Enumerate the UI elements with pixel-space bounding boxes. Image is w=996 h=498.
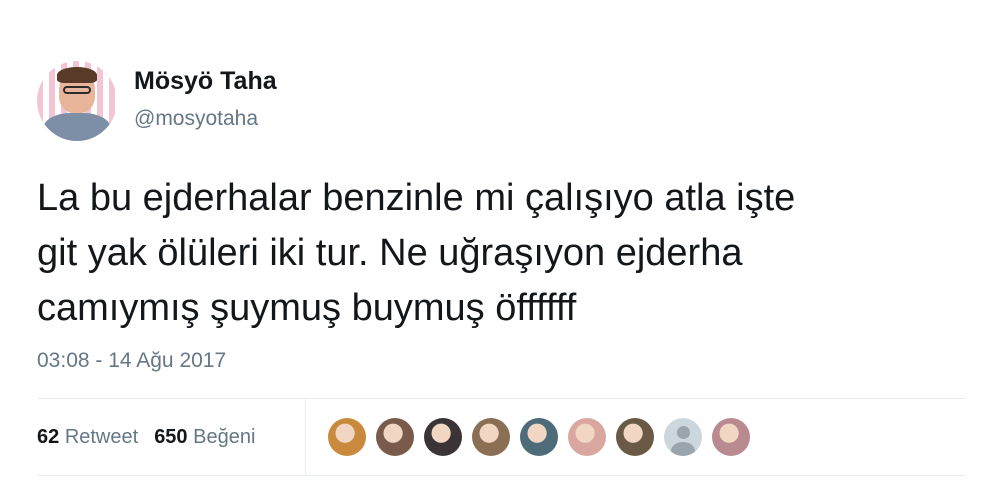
avatar-hair xyxy=(57,67,97,83)
liker-avatar[interactable] xyxy=(424,418,462,456)
tweet-line: camıymış şuymuş buymuş öffffff xyxy=(37,287,577,329)
default-avatar-icon[interactable] xyxy=(664,418,702,456)
avatar-body xyxy=(43,113,111,141)
like-label: Beğeni xyxy=(193,426,256,448)
tweet-stats: 62 Retweet 650 Beğeni xyxy=(37,424,255,450)
like-stat[interactable]: 650 Beğeni xyxy=(154,426,255,448)
liker-avatar[interactable] xyxy=(376,418,414,456)
divider xyxy=(37,475,965,476)
tweet-line: git yak ölüleri iki tur. Ne uğraşıyon ej… xyxy=(37,232,743,274)
divider xyxy=(37,398,965,399)
author-avatar[interactable] xyxy=(37,61,117,141)
author-handle[interactable]: @mosyotaha xyxy=(134,106,258,132)
like-count: 650 xyxy=(154,426,188,448)
avatar-head-shape xyxy=(677,426,690,439)
tweet-line: La bu ejderhalar benzinle mi çalışıyo at… xyxy=(37,177,796,219)
liker-avatar[interactable] xyxy=(712,418,750,456)
likers-list xyxy=(328,418,760,456)
stats-divider xyxy=(305,398,306,475)
liker-avatar[interactable] xyxy=(328,418,366,456)
author-name[interactable]: Mösyö Taha xyxy=(134,66,277,96)
avatar-glasses xyxy=(63,86,91,94)
avatar-torso-shape xyxy=(671,442,695,456)
liker-avatar[interactable] xyxy=(616,418,654,456)
liker-avatar[interactable] xyxy=(520,418,558,456)
retweet-label: Retweet xyxy=(64,426,139,448)
liker-avatar[interactable] xyxy=(472,418,510,456)
tweet-text: La bu ejderhalar benzinle mi çalışıyo at… xyxy=(37,171,977,336)
retweet-stat[interactable]: 62 Retweet xyxy=(37,426,138,448)
retweet-count: 62 xyxy=(37,426,60,448)
liker-avatar[interactable] xyxy=(568,418,606,456)
tweet-timestamp[interactable]: 03:08 - 14 Ağu 2017 xyxy=(37,348,226,374)
